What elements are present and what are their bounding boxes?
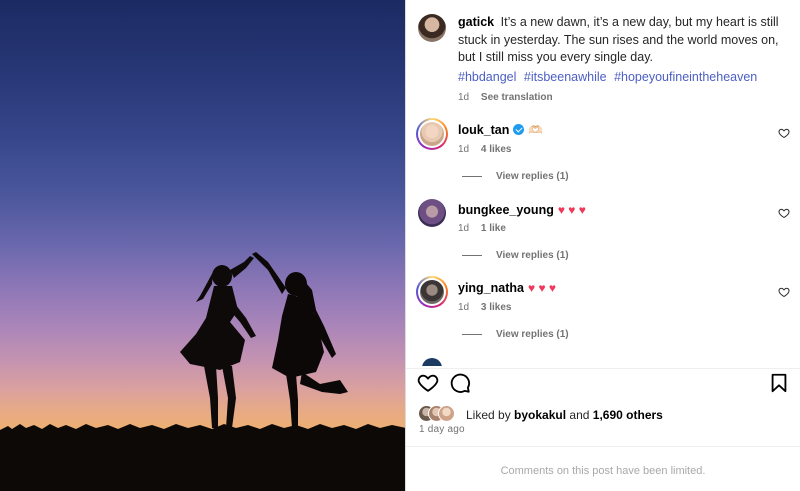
comment-1-meta: 1d 4 likes bbox=[458, 144, 512, 155]
view-replies-label[interactable]: View replies (1) bbox=[496, 329, 569, 340]
comment-1-header: louk_tan 🫶🏻 bbox=[458, 123, 543, 137]
hashtag-list: #hbdangel #itsbeenawhile #hopeyoufineint… bbox=[458, 70, 761, 84]
commenter-avatar[interactable] bbox=[416, 276, 448, 308]
comment-2-text: ♥ ♥ ♥ bbox=[557, 203, 586, 217]
bookmark-icon[interactable] bbox=[768, 372, 790, 394]
verified-badge-icon bbox=[513, 124, 525, 135]
comment-bubble-icon[interactable] bbox=[449, 372, 471, 394]
small-heart-icon[interactable] bbox=[778, 207, 790, 219]
liker-username[interactable]: byokakul bbox=[514, 408, 566, 422]
comment-3-likes[interactable]: 3 likes bbox=[481, 302, 512, 313]
likes-conjunction: and bbox=[569, 408, 590, 422]
comment-1-likes[interactable]: 4 likes bbox=[481, 144, 512, 155]
comment-1-age: 1d bbox=[458, 144, 470, 155]
post-timestamp[interactable]: 1 day ago bbox=[419, 424, 465, 435]
post-caption: gatick It’s a new dawn, it’s a new day, … bbox=[458, 14, 788, 67]
likes-summary: Liked by byokakul and 1,690 others bbox=[466, 408, 663, 422]
caption-meta: 1d See translation bbox=[458, 92, 553, 103]
hashtag-link[interactable]: #hopeyoufineintheheaven bbox=[614, 70, 757, 84]
comment-1-view-replies[interactable]: View replies (1) bbox=[462, 171, 569, 182]
replies-line bbox=[462, 254, 482, 256]
comment-2-age: 1d bbox=[458, 223, 470, 234]
commenter-avatar[interactable] bbox=[418, 199, 446, 227]
hashtag-link[interactable]: #hbdangel bbox=[458, 70, 516, 84]
author-username[interactable]: gatick bbox=[458, 15, 494, 29]
comment-3-header: ying_natha ♥ ♥ ♥ bbox=[458, 281, 556, 295]
comment-3-view-replies[interactable]: View replies (1) bbox=[462, 329, 569, 340]
replies-line bbox=[462, 333, 482, 335]
small-heart-icon[interactable] bbox=[778, 127, 790, 139]
view-replies-label[interactable]: View replies (1) bbox=[496, 250, 569, 261]
caption-text: It’s a new dawn, it’s a new day, but my … bbox=[458, 15, 779, 64]
likes-others-link[interactable]: 1,690 others bbox=[593, 408, 663, 422]
comment-2-meta: 1d 1 like bbox=[458, 223, 506, 234]
hashtag-link[interactable]: #itsbeenawhile bbox=[524, 70, 607, 84]
likes-prefix: Liked by bbox=[466, 408, 511, 422]
comment-3-text: ♥ ♥ ♥ bbox=[528, 281, 557, 295]
see-translation-link[interactable]: See translation bbox=[481, 92, 553, 103]
comment-2-header: bungkee_young ♥ ♥ ♥ bbox=[458, 203, 586, 217]
comment-1-username[interactable]: louk_tan bbox=[458, 123, 509, 137]
author-avatar[interactable] bbox=[418, 14, 446, 42]
comment-2-username[interactable]: bungkee_young bbox=[458, 203, 554, 217]
comments-limited-notice: Comments on this post have been limited. bbox=[500, 465, 706, 477]
comment-2-view-replies[interactable]: View replies (1) bbox=[462, 250, 569, 261]
comment-3-meta: 1d 3 likes bbox=[458, 302, 512, 313]
comment-2-likes[interactable]: 1 like bbox=[481, 223, 506, 234]
post-details-panel: gatick It’s a new dawn, it’s a new day, … bbox=[406, 0, 800, 491]
comment-3-age: 1d bbox=[458, 302, 470, 313]
actions-divider bbox=[406, 368, 800, 369]
liker-avatar bbox=[438, 405, 455, 422]
comment-1-text: 🫶🏻 bbox=[528, 123, 544, 137]
view-replies-label[interactable]: View replies (1) bbox=[496, 171, 569, 182]
commenter-avatar[interactable] bbox=[416, 118, 448, 150]
next-comment-cutoff bbox=[420, 356, 800, 366]
post-image[interactable] bbox=[0, 0, 406, 491]
silhouette-dancers-image bbox=[0, 252, 406, 491]
small-heart-icon[interactable] bbox=[778, 286, 790, 298]
commenter-avatar bbox=[422, 358, 442, 366]
replies-line bbox=[462, 175, 482, 177]
caption-age: 1d bbox=[458, 92, 470, 103]
heart-outline-icon[interactable] bbox=[417, 372, 439, 394]
footer-divider bbox=[406, 446, 800, 447]
likers-avatars[interactable] bbox=[418, 405, 458, 423]
comment-3-username[interactable]: ying_natha bbox=[458, 281, 524, 295]
